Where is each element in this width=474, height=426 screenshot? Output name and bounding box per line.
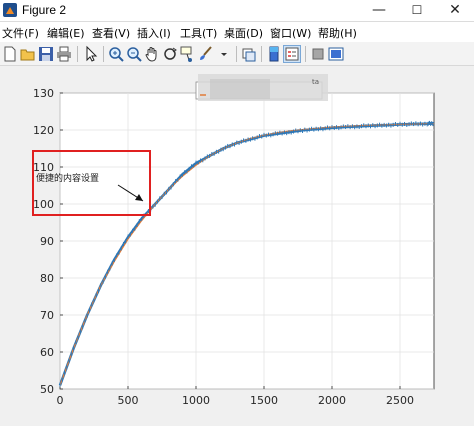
y-tick-label: 90 [40,235,54,248]
print-icon[interactable] [55,45,73,63]
x-tick-label: 1500 [250,394,278,407]
legend-blur [210,79,270,99]
figure-canvas: 0 500 1000 1500 2000 2500 50 60 70 80 90 100 110 120 1… [0,67,474,422]
menu-window[interactable]: 窗口(W) [270,25,311,41]
open-file-icon[interactable] [19,45,37,63]
menu-desktop[interactable]: 桌面(D) [224,25,263,41]
zoom-in-icon[interactable] [107,45,125,63]
y-tick-label: 70 [40,309,54,322]
save-icon[interactable] [37,45,55,63]
legend[interactable]: ta [195,74,328,101]
hide-plot-tools-icon[interactable] [309,45,327,63]
menu-view[interactable]: 查看(V) [92,25,130,41]
data-cursor-icon[interactable] [179,45,197,63]
x-tick-label: 0 [57,394,64,407]
brush-dropdown-icon[interactable] [215,45,233,63]
menu-insert[interactable]: 插入(I) [137,25,171,41]
menu-help[interactable]: 帮助(H) [318,25,357,41]
close-button[interactable]: ✕ [436,0,474,22]
maximize-button[interactable]: ☐ [398,0,436,22]
y-tick-label: 120 [33,124,54,137]
y-tick-label: 50 [40,383,54,396]
menu-file[interactable]: 文件(F) [2,25,39,41]
zoom-out-icon[interactable] [125,45,143,63]
x-tick-label: 2000 [318,394,346,407]
y-tick-label: 100 [33,198,54,211]
brush-icon[interactable] [197,45,215,63]
menu-bar: 文件(F) 编辑(E) 查看(V) 插入(I) 工具(T) 桌面(D) 窗口(W… [0,22,474,42]
pointer-icon[interactable] [81,45,99,63]
x-tick-label: 500 [118,394,139,407]
y-tick-label: 110 [33,161,54,174]
menu-edit[interactable]: 编辑(E) [47,25,85,41]
menu-tools[interactable]: 工具(T) [180,25,217,41]
y-tick-label: 80 [40,272,54,285]
toolbar-separator [77,46,78,62]
link-plot-icon[interactable] [240,45,258,63]
annotation-text: 便捷的内容设置 [36,172,99,184]
figure-toolbar [0,42,474,66]
toolbar-separator [236,46,237,62]
y-tick-label: 60 [40,346,54,359]
y-tick-label: 130 [33,87,54,100]
window-titlebar: Figure 2 — ☐ ✕ [0,0,474,22]
legend-text-fragment: ta [312,78,319,86]
insert-legend-icon[interactable] [283,45,301,63]
toolbar-separator [305,46,306,62]
x-tick-label: 2500 [386,394,414,407]
line-chart: 0 500 1000 1500 2000 2500 50 60 70 80 90 100 110 120 1… [32,74,435,407]
x-tick-label: 1000 [182,394,210,407]
matlab-logo-icon [3,3,17,17]
insert-colorbar-icon[interactable] [265,45,283,63]
rotate-3d-icon[interactable] [161,45,179,63]
new-figure-icon[interactable] [1,45,19,63]
pan-icon[interactable] [143,45,161,63]
show-plot-tools-icon[interactable] [327,45,345,63]
minimize-button[interactable]: — [360,0,398,22]
toolbar-separator [261,46,262,62]
toolbar-separator [103,46,104,62]
window-title: Figure 2 [22,3,67,17]
